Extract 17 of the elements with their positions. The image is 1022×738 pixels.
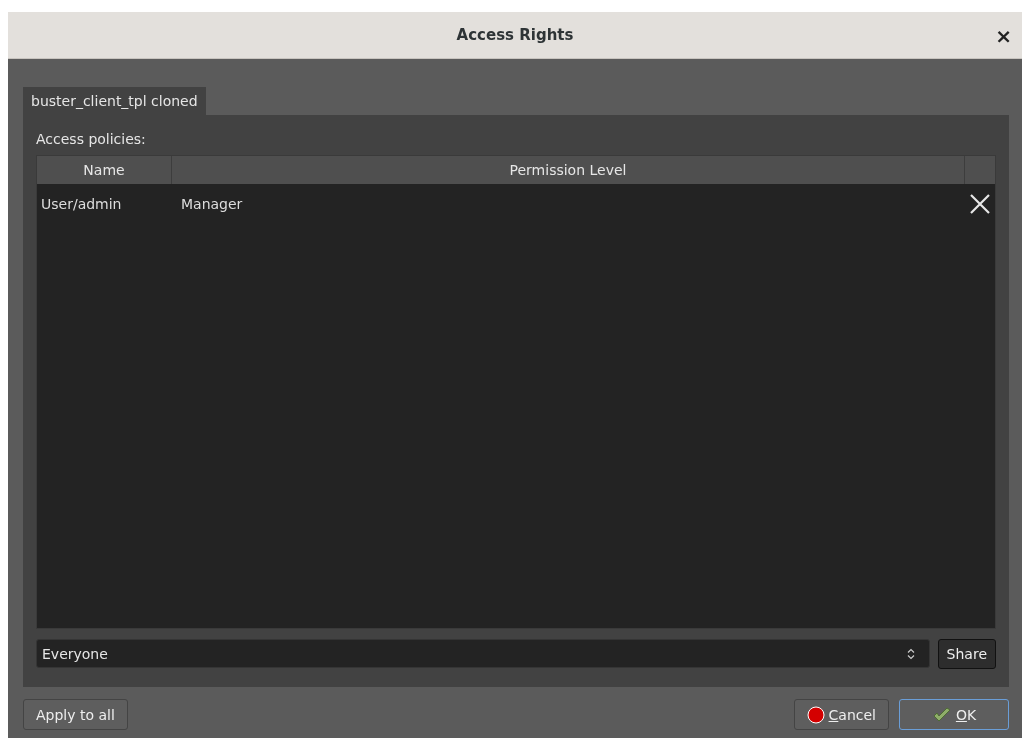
- stop-icon: [806, 705, 825, 724]
- remove-icon[interactable]: [969, 193, 991, 215]
- share-button[interactable]: Share: [937, 639, 996, 669]
- table-cell-text: Manager: [180, 196, 244, 212]
- principal-dropdown[interactable]: Everyone: [36, 639, 930, 668]
- tab[interactable]: buster_client_tpl cloned: [23, 87, 206, 115]
- table-cell-text: User/admin: [40, 196, 123, 212]
- cancel-button[interactable]: Cancel: [793, 699, 889, 730]
- apply-to-all-button[interactable]: Apply to all: [23, 699, 128, 730]
- column-header[interactable]: Permission Level: [172, 156, 965, 184]
- column-header[interactable]: Name: [37, 156, 172, 184]
- window-title: Access Rights: [456, 26, 574, 44]
- policies-label: Access policies:: [36, 130, 147, 149]
- check-icon: [931, 706, 952, 723]
- updown-icon: [906, 647, 915, 660]
- ok-button[interactable]: OK: [899, 699, 1009, 730]
- close-button[interactable]: ×: [991, 24, 1016, 48]
